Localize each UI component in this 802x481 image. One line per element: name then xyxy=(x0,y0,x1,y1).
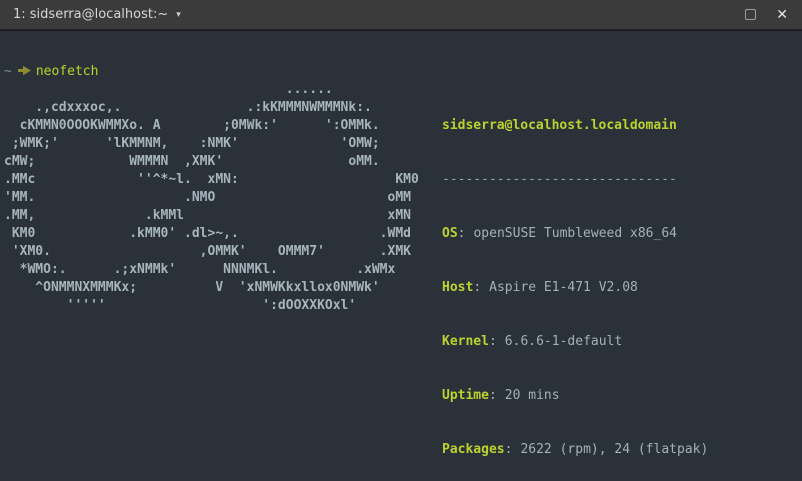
window-title: 1: sidserra@localhost:~ xyxy=(13,7,168,22)
prompt-arrow-icon xyxy=(18,65,31,76)
info-header: sidserra@localhost.localdomain xyxy=(442,117,787,135)
info-label: OS xyxy=(442,226,458,241)
info-label: Uptime xyxy=(442,388,489,403)
info-row-kernel: Kernel:6.6.6-1-default xyxy=(442,333,787,351)
info-value: 6.6.6-1-default xyxy=(505,334,622,349)
command-text: neofetch xyxy=(36,64,99,79)
info-row-os: OS:openSUSE Tumbleweed x86_64 xyxy=(442,225,787,243)
info-row-packages: Packages:2622 (rpm), 24 (flatpak) xyxy=(442,441,787,459)
cwd-indicator: ~ xyxy=(4,64,12,79)
info-label: Host xyxy=(442,280,473,295)
info-value: openSUSE Tumbleweed x86_64 xyxy=(473,226,677,241)
info-value: 2622 (rpm), 24 (flatpak) xyxy=(520,442,708,457)
terminal-window: 1: sidserra@localhost:~ ▾ ✕ ~ neofetch ..… xyxy=(0,0,802,481)
session-dropdown-caret-icon[interactable]: ▾ xyxy=(176,10,181,20)
terminal-screen[interactable]: ~ neofetch ...... .,cdxxxoc,. .:kKMMMNWMM… xyxy=(0,31,802,481)
distro-ascii-art: ...... .,cdxxxoc,. .:kKMMMNWMMMNk:. cKMM… xyxy=(4,81,419,315)
info-value: Aspire E1-471 V2.08 xyxy=(489,280,638,295)
system-info: sidserra@localhost.localdomain ---------… xyxy=(442,81,787,481)
info-label: Kernel xyxy=(442,334,489,349)
maximize-icon[interactable] xyxy=(745,9,756,20)
window-controls: ✕ xyxy=(745,8,788,22)
info-label: Packages xyxy=(442,442,505,457)
info-separator: ------------------------------ xyxy=(442,171,787,189)
close-icon[interactable]: ✕ xyxy=(776,8,788,22)
info-row-host: Host:Aspire E1-471 V2.08 xyxy=(442,279,787,297)
info-value: 20 mins xyxy=(505,388,560,403)
info-row-uptime: Uptime:20 mins xyxy=(442,387,787,405)
window-titlebar[interactable]: 1: sidserra@localhost:~ ▾ ✕ xyxy=(0,0,802,30)
prompt-line-top: ~ neofetch xyxy=(4,63,98,81)
